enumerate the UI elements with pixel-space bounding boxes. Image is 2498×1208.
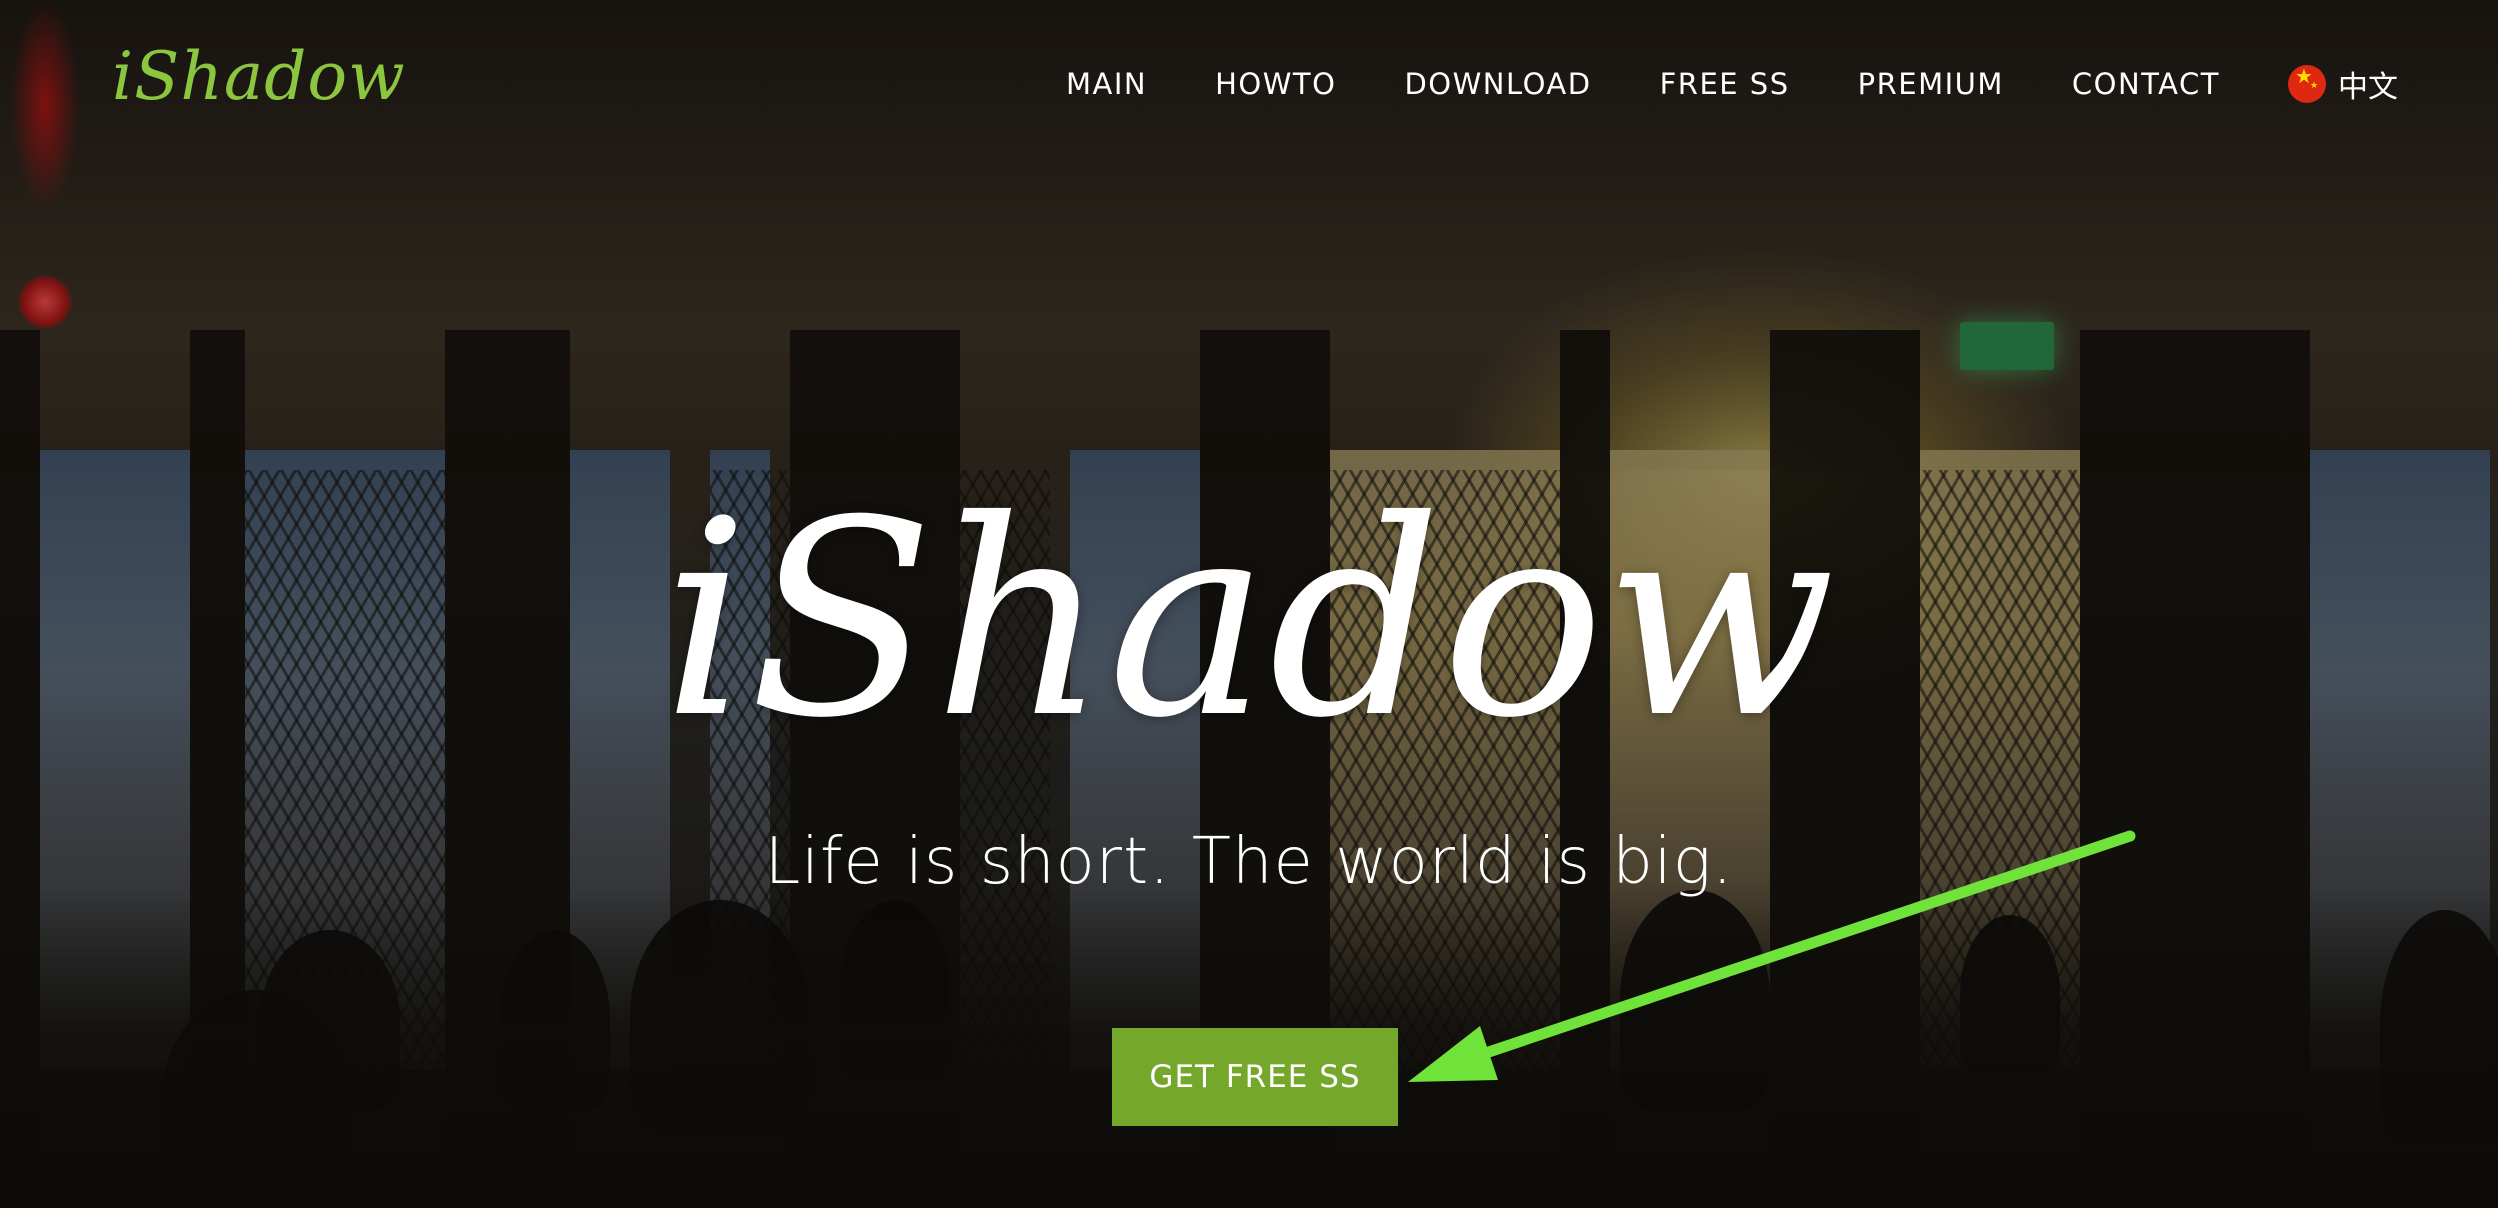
nav-item-main[interactable]: MAIN	[1066, 67, 1147, 101]
nav-item-premium[interactable]: PREMIUM	[1858, 67, 2004, 101]
language-label: 中文	[2337, 70, 2398, 105]
language-switch[interactable]: ★ ★ 中文	[2287, 62, 2398, 106]
nav-item-contact[interactable]: CONTACT	[2072, 67, 2220, 101]
hero-tagline: Life is short. The world is big.	[764, 825, 1734, 899]
china-flag-icon: ★ ★	[2287, 65, 2326, 103]
main-nav: MAIN HOWTO DOWNLOAD FREE SS PREMIUM CONT…	[1066, 62, 2398, 106]
nav-item-free-ss[interactable]: FREE SS	[1660, 67, 1790, 101]
get-free-ss-button[interactable]: GET FREE SS	[1112, 1028, 1398, 1126]
site-logo[interactable]: iShadow	[112, 38, 406, 115]
nav-item-download[interactable]: DOWNLOAD	[1404, 67, 1591, 101]
nav-item-howto[interactable]: HOWTO	[1215, 67, 1336, 101]
hero-title: iShadow	[662, 462, 1836, 777]
